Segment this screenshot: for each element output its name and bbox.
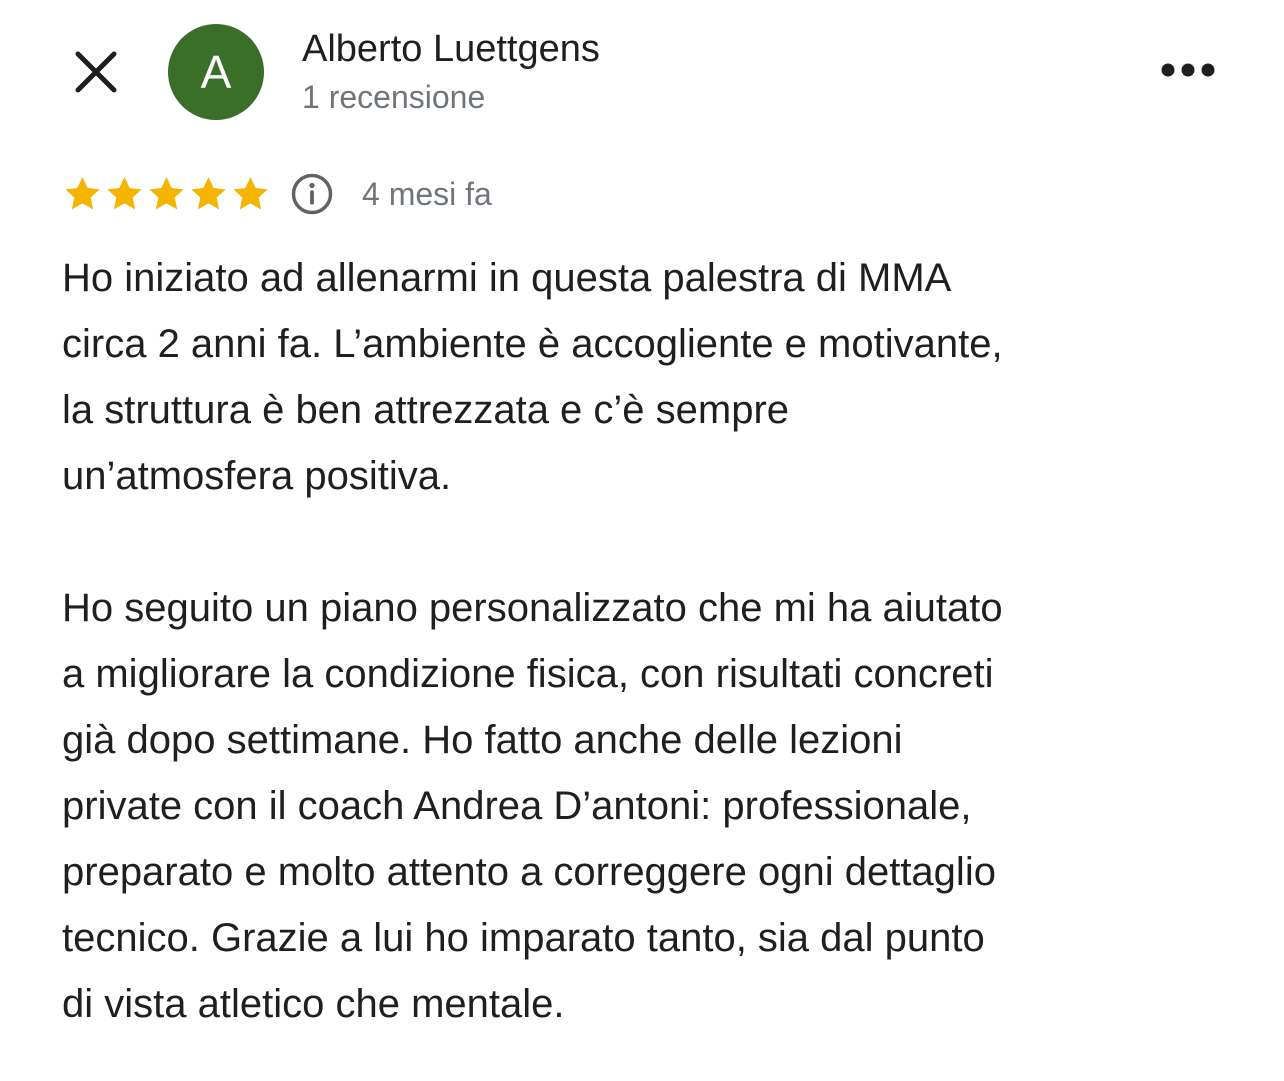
review-line: già dopo settimane. Ho fatto anche delle… (62, 718, 903, 762)
review-count: 1 recensione (302, 79, 486, 115)
close-button[interactable] (62, 38, 130, 106)
review-text: Ho iniziato ad allenarmi in questa pales… (62, 245, 1252, 1037)
review-date: 4 mesi fa (362, 176, 492, 212)
review-line: private con il coach Andrea D’antoni: pr… (62, 784, 972, 828)
more-horizontal-icon (1161, 63, 1215, 77)
star-filled-icon (233, 177, 268, 210)
review-line: tecnico. Grazie a lui ho imparato tanto,… (62, 916, 985, 960)
avatar-letter: A (200, 46, 232, 98)
review-line: a migliorare la condizione fisica, con r… (62, 652, 994, 696)
review-line: un’atmosfera positiva. (62, 454, 452, 498)
review-paragraph: Ho seguito un piano personalizzato che m… (62, 575, 1252, 1037)
review-line: preparato e molto attento a correggere o… (62, 850, 996, 894)
star-filled-icon (107, 177, 142, 210)
star-filled-icon (191, 177, 226, 210)
review-line: Ho iniziato ad allenarmi in questa pales… (62, 256, 952, 300)
review-paragraph: Ho iniziato ad allenarmi in questa pales… (62, 245, 1252, 509)
info-icon[interactable] (290, 172, 334, 216)
star-rating (62, 174, 272, 214)
review-meta: 4 mesi fa (62, 168, 492, 220)
star-filled-icon (149, 177, 184, 210)
review-line: circa 2 anni fa. L’ambiente è accoglient… (62, 322, 1003, 366)
review-line: la struttura è ben attrezzata e c’è semp… (62, 388, 790, 432)
close-icon (75, 51, 117, 93)
more-options-button[interactable] (1152, 46, 1224, 94)
review-line: di vista atletico che mentale. (62, 982, 565, 1026)
star-filled-icon (65, 177, 100, 210)
author-name[interactable]: Alberto Luettgens (302, 26, 600, 72)
avatar[interactable]: A (168, 24, 264, 120)
review-header: A Alberto Luettgens 1 recensione (0, 0, 1284, 140)
review-line: Ho seguito un piano personalizzato che m… (62, 586, 1003, 630)
